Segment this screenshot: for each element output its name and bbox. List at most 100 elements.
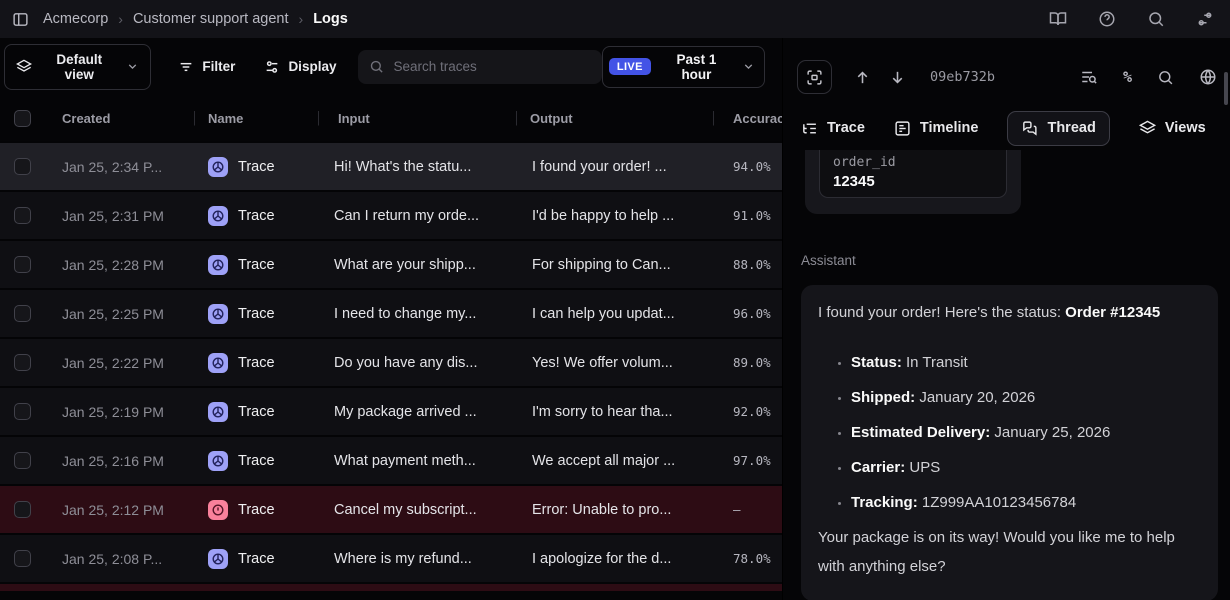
message-outro: Your package is on its way! Would you li… — [818, 523, 1201, 581]
column-header-created[interactable]: Created — [48, 111, 194, 126]
table-row[interactable]: Jan 25, 2:19 PMTraceMy package arrived .… — [0, 386, 782, 435]
breadcrumb-project[interactable]: Customer support agent — [133, 11, 289, 27]
table-row[interactable]: Jan 25, 2:25 PMTraceI need to change my.… — [0, 288, 782, 337]
cell-name: Trace — [194, 402, 318, 422]
chevron-down-icon — [126, 60, 139, 73]
table-row-partial-error[interactable] — [0, 584, 782, 591]
search-in-trace-icon[interactable] — [1157, 69, 1174, 86]
column-header-output[interactable]: Output — [516, 111, 713, 126]
cell-input: Hi! What's the statu... — [318, 159, 516, 175]
live-badge: LIVE — [609, 58, 651, 75]
timeline-panel-icon — [894, 120, 911, 137]
column-header-name[interactable]: Name — [194, 111, 318, 126]
cell-input: What payment meth... — [318, 453, 516, 469]
list-search-icon[interactable] — [1080, 68, 1098, 86]
cell-accuracy: 88.0% — [713, 257, 782, 272]
metadata-value: 12345 — [833, 173, 993, 190]
status-item-value: January 25, 2026 — [990, 424, 1110, 441]
cell-created: Jan 25, 2:12 PM — [48, 502, 194, 518]
layers-icon — [1139, 120, 1156, 137]
status-item-value: In Transit — [902, 354, 968, 371]
status-list-item: Status: In Transit — [851, 348, 1201, 377]
cell-name: Trace — [194, 353, 318, 373]
tab-views[interactable]: Views — [1139, 120, 1206, 137]
row-checkbox[interactable] — [14, 501, 31, 518]
cell-input: My package arrived ... — [318, 404, 516, 420]
tab-thread[interactable]: Thread — [1007, 111, 1109, 146]
search-icon[interactable] — [1147, 10, 1165, 28]
traces-panel: Default view Filter Display — [0, 38, 782, 600]
tab-timeline[interactable]: Timeline — [894, 120, 979, 137]
row-checkbox[interactable] — [14, 354, 31, 371]
sidebar-toggle-icon[interactable] — [12, 11, 29, 28]
cell-created: Jan 25, 2:31 PM — [48, 208, 194, 224]
row-checkbox[interactable] — [14, 403, 31, 420]
default-view-button[interactable]: Default view — [4, 44, 151, 90]
default-view-label: Default view — [40, 52, 118, 82]
display-label: Display — [288, 59, 336, 74]
settings-icon[interactable] — [1196, 10, 1214, 28]
scrollbar-thumb[interactable] — [1224, 72, 1228, 105]
cell-input: I need to change my... — [318, 306, 516, 322]
cell-name: Trace — [194, 255, 318, 275]
globe-icon[interactable] — [1199, 68, 1217, 86]
help-icon[interactable] — [1098, 10, 1116, 28]
order-ref: Order #12345 — [1065, 304, 1160, 321]
next-trace-button[interactable] — [889, 69, 906, 86]
thread-content: order_id 12345 Assistant I found your or… — [783, 150, 1230, 600]
metadata-card: order_id 12345 — [805, 150, 1021, 214]
table-row[interactable]: Jan 25, 2:31 PM Trace Can I return my orde… — [0, 190, 782, 239]
docs-book-icon[interactable] — [1049, 10, 1067, 28]
list-tree-icon — [801, 120, 818, 137]
trace-name-label: Trace — [238, 208, 275, 224]
cell-input: Can I return my orde... — [318, 208, 516, 224]
filter-label: Filter — [202, 59, 235, 74]
cell-name: Trace — [194, 304, 318, 324]
tab-trace-label: Trace — [827, 120, 865, 136]
row-checkbox[interactable] — [14, 550, 31, 567]
trace-name-label: Trace — [238, 355, 275, 371]
top-bar: Acmecorp › Customer support agent › Logs — [0, 0, 1230, 38]
percent-icon[interactable]: % — [1123, 68, 1132, 86]
table-row[interactable]: Jan 25, 2:08 P...TraceWhere is my refund… — [0, 533, 782, 582]
column-header-accuracy[interactable]: Accuracy — [713, 111, 782, 126]
status-item-value: 1Z999AA10123456784 — [918, 494, 1076, 511]
expand-trace-button[interactable] — [797, 60, 832, 94]
trace-icon — [208, 549, 228, 569]
trace-icon — [208, 304, 228, 324]
select-all-checkbox[interactable] — [14, 110, 31, 127]
previous-trace-button[interactable] — [854, 69, 871, 86]
row-checkbox[interactable] — [14, 256, 31, 273]
cell-name: Trace — [194, 157, 318, 177]
column-header-input[interactable]: Input — [318, 111, 516, 126]
message-intro: I found your order! Here's the status: O… — [818, 298, 1201, 327]
breadcrumb-page[interactable]: Logs — [313, 11, 348, 27]
row-checkbox[interactable] — [14, 158, 31, 175]
cell-output: Yes! We offer volum... — [516, 355, 713, 371]
table-row[interactable]: Jan 25, 2:22 PMTraceDo you have any dis.… — [0, 337, 782, 386]
cell-output: I'd be happy to help ... — [516, 208, 713, 224]
row-checkbox[interactable] — [14, 305, 31, 322]
search-traces-input[interactable] — [393, 59, 590, 74]
trace-name-label: Trace — [238, 257, 275, 273]
display-button[interactable]: Display — [264, 59, 336, 75]
breadcrumb-org[interactable]: Acmecorp — [43, 11, 108, 27]
cell-output: We accept all major ... — [516, 453, 713, 469]
row-checkbox[interactable] — [14, 452, 31, 469]
cell-output: I can help you updat... — [516, 306, 713, 322]
search-traces-box — [358, 50, 601, 84]
status-list-item: Shipped: January 20, 2026 — [851, 383, 1201, 412]
table-row[interactable]: Jan 25, 2:28 PMTraceWhat are your shipp.… — [0, 239, 782, 288]
focus-expand-icon — [806, 69, 823, 86]
filter-button[interactable]: Filter — [178, 59, 235, 75]
tab-trace[interactable]: Trace — [801, 120, 865, 137]
row-checkbox[interactable] — [14, 207, 31, 224]
table-row[interactable]: Jan 25, 2:16 PMTraceWhat payment meth...… — [0, 435, 782, 484]
tab-timeline-label: Timeline — [920, 120, 979, 136]
cell-accuracy: 96.0% — [713, 306, 782, 321]
table-row[interactable]: Jan 25, 2:34 P...TraceHi! What's the sta… — [0, 141, 782, 190]
time-range-button[interactable]: LIVE Past 1 hour — [602, 46, 765, 88]
trace-icon — [208, 157, 228, 177]
table-row[interactable]: Jan 25, 2:12 PMTraceCancel my subscript.… — [0, 484, 782, 533]
cell-accuracy: 89.0% — [713, 355, 782, 370]
